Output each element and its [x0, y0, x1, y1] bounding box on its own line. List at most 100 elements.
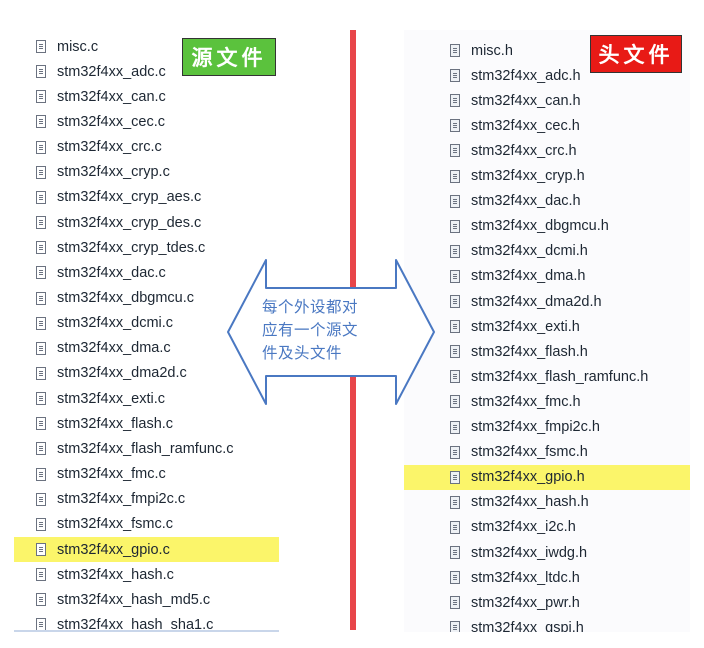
file-list-item[interactable]: stm32f4xx_hash.h — [404, 490, 690, 515]
file-list-item[interactable]: stm32f4xx_exti.c — [14, 386, 279, 411]
file-list-item[interactable]: stm32f4xx_dcmi.c — [14, 311, 279, 336]
file-list-item[interactable]: stm32f4xx_cryp_tdes.c — [14, 235, 279, 260]
file-list-item[interactable]: stm32f4xx_can.h — [404, 88, 690, 113]
file-name: stm32f4xx_adc.h — [471, 67, 581, 84]
file-list-item[interactable]: stm32f4xx_fsmc.c — [14, 512, 279, 537]
file-name: stm32f4xx_gpio.h — [471, 469, 585, 486]
file-name: stm32f4xx_iwdg.h — [471, 544, 588, 561]
file-name: stm32f4xx_dma2d.h — [471, 293, 602, 310]
file-list-item[interactable]: stm32f4xx_iwdg.h — [404, 540, 690, 565]
file-name: stm32f4xx_hash_sha1.c — [57, 616, 214, 632]
file-list-item[interactable]: stm32f4xx_dac.h — [404, 189, 690, 214]
file-list-item[interactable]: stm32f4xx_hash.c — [14, 562, 279, 587]
file-icon — [36, 593, 46, 607]
file-list-item[interactable]: stm32f4xx_exti.h — [404, 314, 690, 339]
file-list-item[interactable]: stm32f4xx_fmpi2c.h — [404, 415, 690, 440]
file-name: stm32f4xx_fmc.h — [471, 393, 581, 410]
file-icon — [450, 520, 460, 534]
file-list-item[interactable]: stm32f4xx_dbgmcu.h — [404, 214, 690, 239]
file-list-item[interactable]: stm32f4xx_dac.c — [14, 260, 279, 285]
file-name: stm32f4xx_cec.h — [471, 117, 580, 134]
file-list-item[interactable]: stm32f4xx_cec.c — [14, 109, 279, 134]
file-icon — [450, 395, 460, 409]
file-list-item[interactable]: stm32f4xx_fmc.c — [14, 462, 279, 487]
file-icon — [36, 115, 46, 129]
file-icon — [450, 144, 460, 158]
file-name: misc.c — [57, 38, 99, 55]
file-list-item[interactable]: stm32f4xx_hash_md5.c — [14, 587, 279, 612]
annotation-text: 每个外设都对 应有一个源文 件及头文件 — [262, 296, 402, 365]
file-list-item[interactable]: stm32f4xx_pwr.h — [404, 590, 690, 615]
file-list-item[interactable]: stm32f4xx_fmc.h — [404, 389, 690, 414]
file-icon — [36, 140, 46, 154]
source-files-badge: 源文件 — [182, 38, 276, 76]
file-list-item[interactable]: stm32f4xx_cryp.h — [404, 164, 690, 189]
file-list-item[interactable]: stm32f4xx_flash.h — [404, 339, 690, 364]
file-list-item[interactable]: stm32f4xx_dma2d.h — [404, 289, 690, 314]
file-name: stm32f4xx_cryp_des.c — [57, 214, 202, 231]
file-name: stm32f4xx_qspi.h — [471, 619, 584, 632]
file-list-item[interactable]: stm32f4xx_flash_ramfunc.h — [404, 364, 690, 389]
file-name: stm32f4xx_hash_md5.c — [57, 591, 211, 608]
file-list-item[interactable]: stm32f4xx_crc.c — [14, 135, 279, 160]
file-icon — [36, 492, 46, 506]
file-list-item[interactable]: stm32f4xx_cryp_aes.c — [14, 185, 279, 210]
file-name: stm32f4xx_flash_ramfunc.c — [57, 440, 234, 457]
file-name: stm32f4xx_fmpi2c.c — [57, 491, 186, 508]
file-list-item[interactable]: stm32f4xx_gpio.c — [14, 537, 279, 562]
file-list-item[interactable]: stm32f4xx_gpio.h — [404, 464, 690, 490]
file-icon — [36, 316, 46, 330]
file-name: stm32f4xx_dma.h — [471, 268, 586, 285]
file-name: stm32f4xx_can.c — [57, 88, 166, 105]
file-list-item[interactable]: stm32f4xx_can.c — [14, 84, 279, 109]
file-icon — [36, 165, 46, 179]
file-icon — [450, 345, 460, 359]
file-icon — [36, 442, 46, 456]
file-name: stm32f4xx_dbgmcu.c — [57, 290, 195, 306]
file-name: stm32f4xx_hash.c — [57, 566, 174, 583]
file-icon — [450, 621, 460, 632]
file-name: stm32f4xx_ltdc.h — [471, 569, 580, 586]
file-list-item[interactable]: stm32f4xx_crc.h — [404, 138, 690, 163]
file-name: stm32f4xx_dcmi.c — [57, 315, 174, 332]
file-icon — [36, 40, 46, 53]
file-icon — [36, 341, 46, 355]
header-files-badge: 头文件 — [590, 35, 682, 73]
file-icon — [36, 190, 46, 204]
file-list-item[interactable]: stm32f4xx_dma.c — [14, 336, 279, 361]
file-list-item[interactable]: stm32f4xx_fmpi2c.c — [14, 487, 279, 512]
source-file-list: misc.c stm32f4xx_adc.c stm32f4xx_can.c stm3… — [14, 30, 279, 632]
file-list-item[interactable]: stm32f4xx_dma.h — [404, 264, 690, 289]
file-list-item[interactable]: stm32f4xx_fsmc.h — [404, 440, 690, 465]
file-icon — [36, 618, 46, 630]
file-icon — [450, 69, 460, 83]
file-icon — [450, 596, 460, 610]
file-name: misc.h — [471, 42, 513, 59]
file-name: stm32f4xx_dcmi.h — [471, 243, 588, 260]
file-icon — [36, 216, 46, 230]
file-list-item[interactable]: stm32f4xx_dbgmcu.c — [14, 286, 279, 311]
file-name: stm32f4xx_fmc.c — [57, 466, 166, 483]
file-list-item[interactable]: stm32f4xx_flash_ramfunc.c — [14, 436, 279, 461]
file-list-item[interactable]: stm32f4xx_i2c.h — [404, 515, 690, 540]
file-list-item[interactable]: stm32f4xx_ltdc.h — [404, 565, 690, 590]
file-icon — [450, 546, 460, 559]
file-name: stm32f4xx_dma.c — [57, 340, 171, 357]
file-name: stm32f4xx_crc.c — [57, 139, 162, 156]
file-list-item[interactable]: stm32f4xx_dma2d.c — [14, 361, 279, 386]
file-list-item[interactable]: stm32f4xx_hash_sha1.c — [14, 612, 279, 632]
file-list-item[interactable]: stm32f4xx_cec.h — [404, 113, 690, 138]
file-icon — [450, 169, 460, 183]
file-name: stm32f4xx_pwr.h — [471, 594, 580, 611]
file-list-item[interactable]: stm32f4xx_dcmi.h — [404, 239, 690, 264]
file-icon — [450, 244, 460, 258]
file-icon — [450, 44, 460, 57]
file-list-item[interactable]: stm32f4xx_flash.c — [14, 411, 279, 436]
file-icon — [450, 320, 460, 334]
file-icon — [450, 370, 460, 384]
file-icon — [450, 420, 460, 434]
file-list-item[interactable]: stm32f4xx_cryp.c — [14, 160, 279, 185]
file-list-item[interactable]: stm32f4xx_cryp_des.c — [14, 210, 279, 235]
file-list-item[interactable]: stm32f4xx_qspi.h — [404, 615, 690, 632]
file-name: stm32f4xx_cryp.h — [471, 168, 585, 184]
